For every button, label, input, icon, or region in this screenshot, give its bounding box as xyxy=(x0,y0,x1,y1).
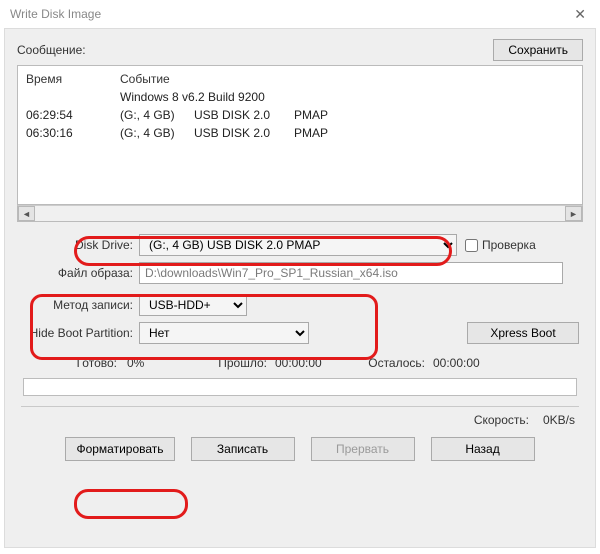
log-rows: Windows 8 v6.2 Build 9200 06:29:54 (G:, … xyxy=(26,88,574,142)
percent-value: 0% xyxy=(127,356,205,370)
image-file-field[interactable] xyxy=(139,262,563,284)
log-time: 06:29:54 xyxy=(26,106,120,124)
scroll-right-icon[interactable]: ► xyxy=(565,206,582,221)
verify-checkbox[interactable] xyxy=(465,239,478,252)
xpress-boot-button[interactable]: Xpress Boot xyxy=(467,322,579,344)
abort-button[interactable]: Прервать xyxy=(311,437,415,461)
hide-boot-label: Hide Boot Partition: xyxy=(21,326,139,340)
verify-label: Проверка xyxy=(482,238,536,252)
scroll-left-icon[interactable]: ◄ xyxy=(18,206,35,221)
dialog-content: Сообщение: Сохранить Время Событие Windo… xyxy=(4,28,596,548)
log-row: 06:30:16 (G:, 4 GB) USB DISK 2.0 PMAP xyxy=(26,124,574,142)
remaining-label: Осталось: xyxy=(355,356,433,370)
titlebar: Write Disk Image ✕ xyxy=(0,0,600,28)
progress-bar xyxy=(23,378,577,396)
close-icon[interactable]: ✕ xyxy=(568,6,592,23)
write-method-label: Метод записи: xyxy=(21,298,139,312)
log-time: 06:30:16 xyxy=(26,124,120,142)
log-col-time: Время xyxy=(26,72,120,86)
log-row: 06:29:54 (G:, 4 GB) USB DISK 2.0 PMAP xyxy=(26,106,574,124)
log-area: Время Событие Windows 8 v6.2 Build 9200 … xyxy=(17,65,583,205)
remaining-value: 00:00:00 xyxy=(433,356,480,370)
divider xyxy=(21,406,579,407)
log-drive: (G:, 4 GB) xyxy=(120,106,194,124)
elapsed-value: 00:00:00 xyxy=(275,356,355,370)
verify-checkbox-wrap[interactable]: Проверка xyxy=(465,238,536,252)
log-map: PMAP xyxy=(294,124,354,142)
hide-boot-select[interactable]: Нет xyxy=(139,322,309,344)
ready-label: Готово: xyxy=(21,356,127,370)
log-col-event: Событие xyxy=(120,72,170,86)
log-drive: (G:, 4 GB) xyxy=(120,124,194,142)
log-device: USB DISK 2.0 xyxy=(194,124,294,142)
message-label: Сообщение: xyxy=(17,43,86,57)
elapsed-label: Прошло: xyxy=(205,356,275,370)
log-map: PMAP xyxy=(294,106,354,124)
format-button[interactable]: Форматировать xyxy=(65,437,174,461)
write-button[interactable]: Записать xyxy=(191,437,295,461)
horizontal-scrollbar[interactable]: ◄ ► xyxy=(17,205,583,222)
log-device: USB DISK 2.0 xyxy=(194,106,294,124)
disk-drive-label: Disk Drive: xyxy=(21,238,139,252)
disk-drive-select[interactable]: (G:, 4 GB) USB DISK 2.0 PMAP xyxy=(139,234,457,256)
write-method-select[interactable]: USB-HDD+ xyxy=(139,294,247,316)
log-os-line: Windows 8 v6.2 Build 9200 xyxy=(120,88,265,106)
speed-value: 0KB/s xyxy=(543,413,575,427)
speed-label: Скорость: xyxy=(474,413,529,427)
back-button[interactable]: Назад xyxy=(431,437,535,461)
save-button[interactable]: Сохранить xyxy=(493,39,583,61)
image-file-label: Файл образа: xyxy=(21,266,139,280)
window-title: Write Disk Image xyxy=(10,7,101,21)
